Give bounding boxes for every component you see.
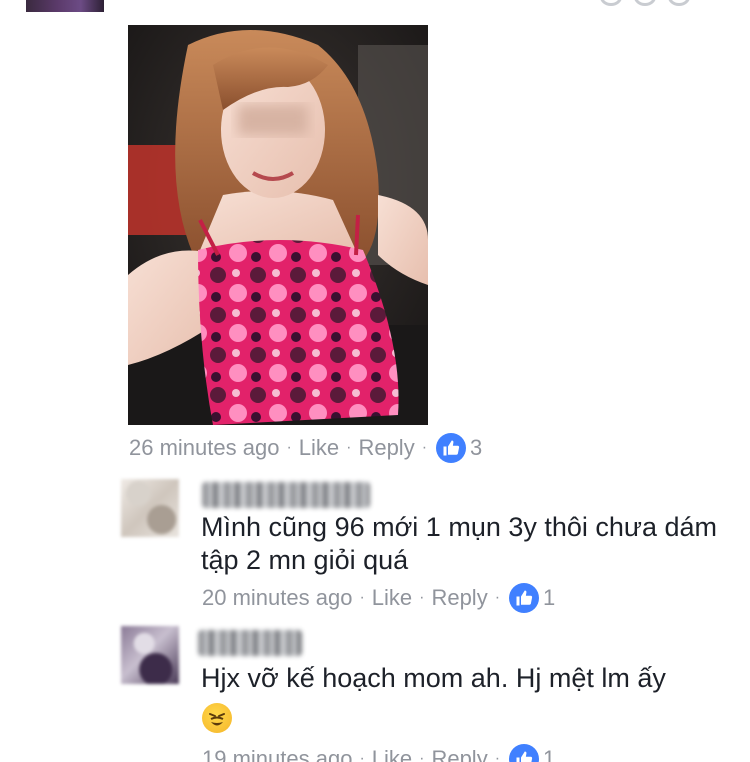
reply-timestamp: 20 minutes ago (202, 585, 353, 610)
reply-link[interactable]: Reply (431, 746, 487, 762)
separator: · (494, 750, 501, 762)
separator: · (419, 750, 425, 762)
reply-link[interactable]: Reply (431, 585, 487, 611)
more-options-icon[interactable] (600, 0, 700, 6)
thumbs-up-icon[interactable] (509, 744, 540, 762)
reply-meta-row: 19 minutes ago · Like · Reply · 1 (202, 744, 555, 762)
photo-illustration (128, 25, 428, 425)
thumbs-up-icon[interactable] (436, 433, 467, 463)
thumbs-up-icon[interactable] (509, 583, 540, 613)
commenter-name-blurred[interactable] (198, 630, 302, 656)
separator: · (494, 589, 501, 606)
separator: · (421, 439, 428, 456)
reply-link[interactable]: Reply (358, 435, 414, 461)
reaction-count[interactable]: 1 (543, 585, 555, 611)
like-link[interactable]: Like (299, 435, 339, 461)
tired-face-emoji (202, 703, 232, 733)
post-timestamp: 26 minutes ago (129, 435, 280, 460)
separator: · (286, 439, 292, 456)
reply-text: Hjx vỡ kế hoạch mom ah. Hj mệt lm ấy (201, 662, 721, 695)
separator: · (359, 589, 365, 606)
avatar[interactable] (121, 626, 179, 684)
commenter-name-blurred[interactable] (202, 482, 370, 508)
post-meta-row: 26 minutes ago · Like · Reply · 3 (129, 433, 482, 463)
reaction-count[interactable]: 3 (470, 435, 482, 461)
separator: · (346, 439, 352, 456)
reply-meta-row: 20 minutes ago · Like · Reply · 1 (202, 583, 555, 613)
avatar[interactable] (121, 479, 179, 537)
like-link[interactable]: Like (372, 746, 412, 762)
separator: · (419, 589, 425, 606)
parent-avatar[interactable] (26, 0, 104, 12)
reply-text: Mình cũng 96 mới 1 mụn 3y thôi chưa dám … (201, 512, 718, 575)
like-link[interactable]: Like (372, 585, 412, 611)
comment-thread: 26 minutes ago · Like · Reply · 3 Mình c… (0, 0, 750, 762)
comment-photo[interactable] (128, 25, 428, 425)
reaction-count[interactable]: 1 (543, 746, 555, 762)
separator: · (359, 750, 365, 762)
reply-text-body: Hjx vỡ kế hoạch mom ah. Hj mệt lm ấy (201, 663, 666, 693)
reply-timestamp: 19 minutes ago (202, 746, 353, 762)
